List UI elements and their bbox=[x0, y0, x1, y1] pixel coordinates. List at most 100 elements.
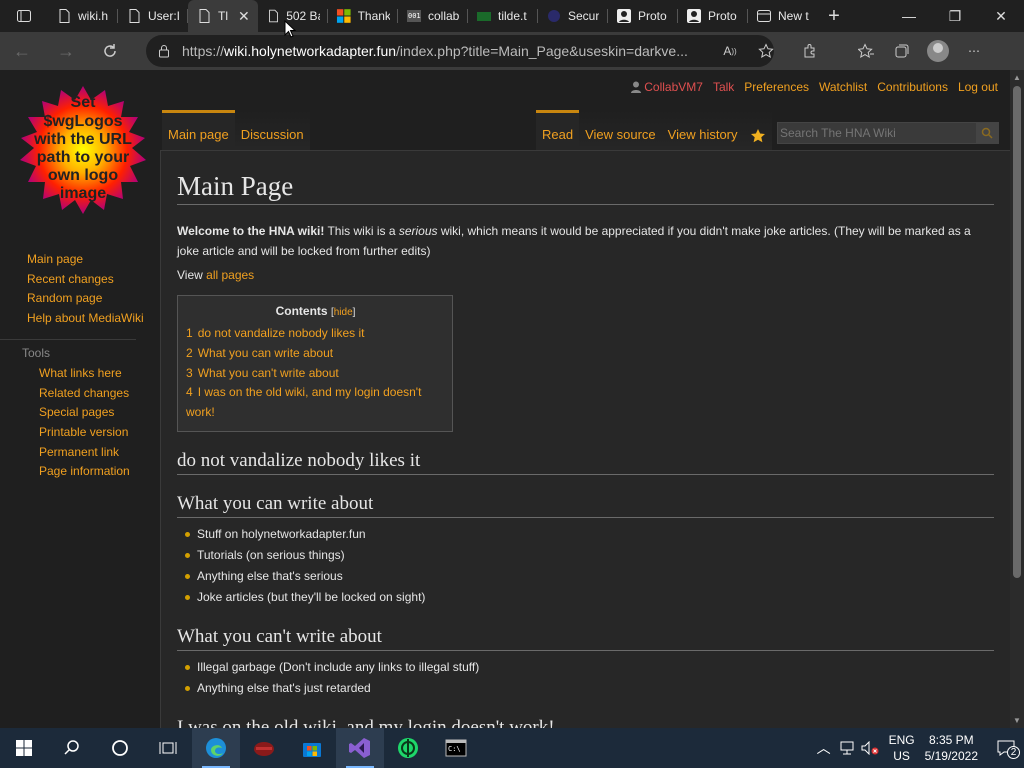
toc-number: 3 bbox=[186, 365, 193, 380]
favorites-icon[interactable] bbox=[848, 35, 884, 67]
toc-entry[interactable]: 2 What you can write about bbox=[186, 344, 445, 364]
browser-tab[interactable]: Secur bbox=[538, 0, 608, 32]
page-title: Main Page bbox=[177, 171, 994, 205]
sidebar-item-related-changes[interactable]: Related changes bbox=[0, 384, 160, 404]
language-indicator[interactable]: ENG US bbox=[889, 732, 915, 764]
start-button[interactable] bbox=[0, 728, 48, 768]
browser-tab[interactable]: New t bbox=[748, 0, 818, 32]
list-item: Tutorials (on serious things) bbox=[177, 545, 994, 566]
taskbar-app-red[interactable] bbox=[240, 728, 288, 768]
intro-paragraph: Welcome to the HNA wiki! This wiki is a … bbox=[177, 221, 994, 261]
preferences-link[interactable]: Preferences bbox=[744, 80, 809, 94]
view-tabs: Read View source View history bbox=[536, 110, 772, 150]
all-pages-link[interactable]: all pages bbox=[206, 268, 254, 282]
logo-text: own logo bbox=[48, 167, 118, 184]
view-prefix: View bbox=[177, 268, 207, 282]
tab-read[interactable]: Read bbox=[536, 110, 580, 150]
sidebar-item-help[interactable]: Help about MediaWiki bbox=[0, 309, 160, 329]
toc-entry[interactable]: 4I was on the old wiki, and my login doe… bbox=[186, 383, 445, 423]
taskbar-terminal[interactable]: C:\ bbox=[432, 728, 480, 768]
table-of-contents: Contents [hide] 1 do not vandalize nobody… bbox=[177, 295, 453, 432]
search-input[interactable] bbox=[778, 126, 976, 140]
namespace-tabs: Main page Discussion bbox=[162, 110, 310, 150]
talk-link[interactable]: Talk bbox=[713, 80, 734, 94]
network-icon[interactable] bbox=[839, 741, 855, 755]
search-icon bbox=[64, 740, 79, 755]
browser-tab[interactable]: wiki.h bbox=[48, 0, 118, 32]
url-field[interactable]: https://wiki.holynetworkadapter.fun/inde… bbox=[146, 35, 774, 67]
page-scrollbar[interactable]: ▲ ▼ bbox=[1010, 70, 1024, 728]
sidebar-item-what-links-here[interactable]: What links here bbox=[0, 364, 160, 384]
restore-button[interactable]: ❐ bbox=[932, 0, 978, 32]
page-icon bbox=[269, 9, 278, 23]
refresh-button[interactable] bbox=[88, 32, 132, 70]
add-favorite-icon[interactable] bbox=[748, 35, 784, 67]
tab-label: tilde.t bbox=[498, 9, 527, 23]
scroll-thumb[interactable] bbox=[1013, 86, 1021, 578]
new-tab-button[interactable]: + bbox=[818, 0, 850, 32]
scroll-down-icon[interactable]: ▼ bbox=[1013, 716, 1021, 725]
close-tab-icon[interactable]: ✕ bbox=[238, 8, 250, 25]
search-taskbar-button[interactable] bbox=[48, 728, 96, 768]
sidebar-item-page-information[interactable]: Page information bbox=[0, 462, 160, 482]
browser-tab[interactable]: tilde.t bbox=[468, 0, 538, 32]
list-item: Anything else that's just retarded bbox=[177, 678, 994, 699]
sidebar-item-permanent-link[interactable]: Permanent link bbox=[0, 443, 160, 463]
sidebar-item-printable-version[interactable]: Printable version bbox=[0, 423, 160, 443]
system-tray: ︿ ENG US 8:35 PM 5/19/2022 2 bbox=[817, 728, 1024, 768]
read-aloud-icon[interactable]: A)) bbox=[712, 35, 748, 67]
contributions-link[interactable]: Contributions bbox=[877, 80, 948, 94]
volume-muted-icon[interactable] bbox=[861, 741, 879, 755]
browser-tab[interactable]: Proto bbox=[608, 0, 678, 32]
toc-entry[interactable]: 1 do not vandalize nobody likes it bbox=[186, 324, 445, 344]
minimize-button[interactable]: — bbox=[886, 0, 932, 32]
tab-view-source[interactable]: View source bbox=[579, 110, 662, 150]
green-app-icon bbox=[398, 738, 418, 758]
toc-entry[interactable]: 3 What you can't write about bbox=[186, 364, 445, 384]
watchlist-link[interactable]: Watchlist bbox=[819, 80, 867, 94]
close-window-button[interactable]: ✕ bbox=[978, 0, 1024, 32]
extensions-icon[interactable] bbox=[792, 35, 828, 67]
watch-star-icon[interactable] bbox=[743, 110, 772, 150]
browser-tab-active[interactable]: Tl ✕ bbox=[188, 0, 258, 32]
taskbar-visual-studio[interactable] bbox=[336, 728, 384, 768]
browser-tab[interactable]: Thank bbox=[328, 0, 398, 32]
search-box bbox=[777, 122, 999, 144]
clock[interactable]: 8:35 PM 5/19/2022 bbox=[925, 732, 978, 764]
collections-icon[interactable] bbox=[884, 35, 920, 67]
forward-button[interactable]: → bbox=[44, 32, 88, 70]
search-button[interactable] bbox=[976, 123, 998, 143]
web-page: Set $wgLogos with the URL path to your o… bbox=[0, 70, 1010, 728]
tray-chevron-icon[interactable]: ︿ bbox=[817, 738, 831, 758]
sidebar-item-random-page[interactable]: Random page bbox=[0, 289, 160, 309]
more-menu-icon[interactable]: ⋯ bbox=[956, 35, 992, 67]
tab-label: Tl bbox=[218, 9, 228, 23]
tab-discussion[interactable]: Discussion bbox=[234, 110, 310, 150]
toc-hide-link[interactable]: hide bbox=[334, 307, 353, 318]
browser-tab[interactable]: 001 collab bbox=[398, 0, 468, 32]
sidebar-item-special-pages[interactable]: Special pages bbox=[0, 403, 160, 423]
back-button[interactable]: ← bbox=[0, 32, 44, 70]
wiki-logo[interactable]: Set $wgLogos with the URL path to your o… bbox=[16, 84, 150, 218]
logout-link[interactable]: Log out bbox=[958, 80, 998, 94]
taskbar-store[interactable] bbox=[288, 728, 336, 768]
task-view-button[interactable] bbox=[144, 728, 192, 768]
user-page-link[interactable]: CollabVM7 bbox=[644, 80, 703, 94]
logo-text: path to your bbox=[37, 149, 129, 166]
tab-actions-icon[interactable] bbox=[0, 0, 48, 32]
cortana-button[interactable] bbox=[96, 728, 144, 768]
tab-view-history[interactable]: View history bbox=[661, 110, 744, 150]
browser-tab[interactable]: User:I bbox=[118, 0, 188, 32]
taskbar-edge[interactable] bbox=[192, 728, 240, 768]
tab-main-page[interactable]: Main page bbox=[162, 110, 235, 150]
sidebar-item-recent-changes[interactable]: Recent changes bbox=[0, 270, 160, 290]
profile-avatar[interactable] bbox=[920, 35, 956, 67]
address-toolbar: ← → https://wiki.holynetworkadapter.fun /… bbox=[0, 32, 1024, 70]
taskbar-app-green[interactable] bbox=[384, 728, 432, 768]
browser-tab[interactable]: Proto bbox=[678, 0, 748, 32]
scroll-up-icon[interactable]: ▲ bbox=[1013, 73, 1021, 82]
sidebar-item-main-page[interactable]: Main page bbox=[0, 250, 160, 270]
visual-studio-icon bbox=[349, 738, 370, 758]
notifications-button[interactable]: 2 bbox=[988, 728, 1024, 768]
edge-icon bbox=[206, 738, 226, 758]
